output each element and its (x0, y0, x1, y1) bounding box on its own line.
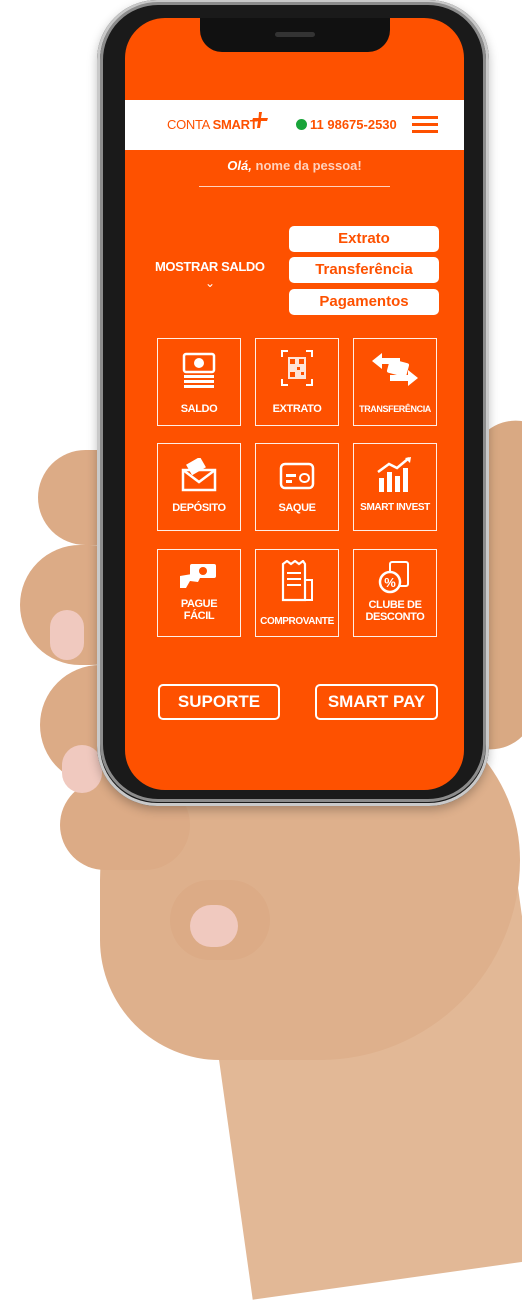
phone-number[interactable]: 11 98675-2530 (310, 117, 397, 132)
tile-comprovante[interactable]: COMPROVANTE (255, 549, 339, 637)
hamburger-menu-icon[interactable] (412, 116, 438, 136)
tile-label: SALDO (180, 403, 218, 415)
money-stack-icon (182, 352, 216, 388)
notch (200, 18, 390, 52)
quick-link-transferencia[interactable]: Transferência (289, 257, 439, 283)
envelope-deposit-icon (181, 458, 217, 492)
tile-extrato[interactable]: EXTRATO (255, 338, 339, 426)
tile-label: COMPROVANTE (260, 616, 334, 627)
tile-smart-invest[interactable]: SMART INVEST (353, 443, 437, 531)
tile-label: DEPÓSITO (172, 502, 226, 514)
phone-screen: CONTA SMART 11 98675-2530 Olá, nome da p… (125, 18, 464, 790)
greeting: Olá, nome da pessoa! (125, 158, 464, 173)
tile-saque[interactable]: SAQUE (255, 443, 339, 531)
greeting-hello: Olá, (227, 158, 252, 173)
tile-label: SAQUE (278, 502, 316, 514)
tile-pague-facil[interactable]: PAGUE FÁCIL (157, 549, 241, 637)
smart-pay-button[interactable]: SMART PAY (315, 684, 438, 720)
tile-label-2: DESCONTO (365, 611, 425, 623)
tile-label: SMART INVEST (360, 502, 430, 513)
fingernail (50, 610, 84, 660)
support-button[interactable]: SUPORTE (158, 684, 280, 720)
tile-clube-desconto[interactable]: % CLUBE DE DESCONTO (353, 549, 437, 637)
plus-icon (252, 112, 268, 128)
whatsapp-icon (296, 119, 307, 130)
greeting-name: nome da pessoa! (255, 158, 362, 173)
tile-saldo[interactable]: SALDO (157, 338, 241, 426)
tile-label: EXTRATO (272, 403, 322, 415)
brand-prefix: CONTA (167, 117, 210, 132)
transfer-arrows-icon (372, 353, 418, 386)
chevron-down-icon[interactable]: ⌄ (205, 276, 215, 290)
tile-deposito[interactable]: DEPÓSITO (157, 443, 241, 531)
tile-label: PAGUE (180, 598, 218, 610)
tile-label: CLUBE DE (368, 599, 422, 611)
greeting-divider (199, 186, 390, 187)
card-icon (279, 462, 315, 490)
discount-icon: % (378, 561, 409, 594)
qr-code-icon (281, 350, 313, 386)
speaker (275, 32, 315, 37)
quick-link-pagamentos[interactable]: Pagamentos (289, 289, 439, 315)
fingernail (190, 905, 238, 947)
receipt-icon (281, 560, 313, 602)
growth-chart-icon (377, 457, 411, 492)
hand-money-icon (180, 564, 216, 588)
svg-text:%: % (384, 575, 396, 590)
tile-label-2: FÁCIL (183, 610, 215, 622)
brand-logo[interactable]: CONTA SMART (167, 117, 258, 132)
tile-transferencia[interactable]: TRANSFERÊNCIA (353, 338, 437, 426)
quick-link-extrato[interactable]: Extrato (289, 226, 439, 252)
fingernail (62, 745, 102, 793)
top-bar: CONTA SMART 11 98675-2530 (125, 100, 464, 150)
tile-label: TRANSFERÊNCIA (359, 404, 431, 414)
show-balance-toggle[interactable]: MOSTRAR SALDO (155, 259, 265, 274)
